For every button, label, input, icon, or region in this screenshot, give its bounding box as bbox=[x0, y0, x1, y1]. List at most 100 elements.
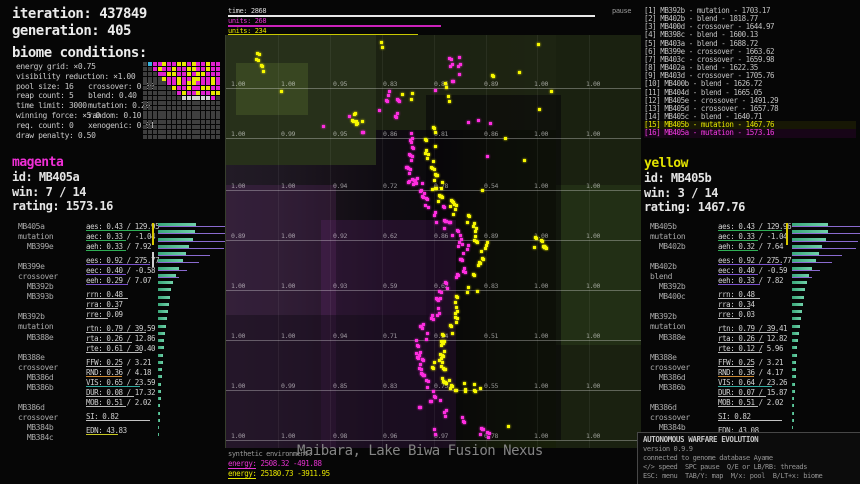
unit-dot-yellow bbox=[440, 344, 443, 347]
unit-dot-magenta bbox=[427, 206, 430, 209]
genealogy-line: MB402b bbox=[650, 242, 690, 252]
unit-dot-yellow bbox=[481, 189, 484, 192]
biome-cell bbox=[153, 62, 157, 66]
energy-grid-value: 1.00 bbox=[534, 130, 548, 138]
biome-cell bbox=[172, 106, 176, 110]
biome-cell bbox=[196, 125, 200, 129]
biome-cell bbox=[206, 130, 210, 134]
biome-cell bbox=[201, 72, 205, 76]
ranking-row[interactable]: [16] MB405a - mutation - 1573.16 bbox=[644, 129, 856, 137]
genealogy-line: MB405b bbox=[650, 222, 690, 232]
biome-cell bbox=[158, 106, 162, 110]
histogram-bar-extent bbox=[158, 248, 224, 249]
pause-indicator[interactable]: pause bbox=[612, 7, 631, 15]
histogram-bar bbox=[792, 404, 794, 407]
unit-dot-magenta bbox=[437, 307, 440, 310]
energy-grid-value: 0.71 bbox=[383, 332, 397, 340]
unit-dot-yellow bbox=[518, 71, 521, 74]
energy-grid-value: 0.95 bbox=[333, 130, 347, 138]
unit-dot-magenta bbox=[436, 314, 439, 317]
biome-cell bbox=[211, 77, 215, 81]
unit-dot-yellow bbox=[455, 306, 458, 309]
unit-dot-yellow bbox=[256, 52, 259, 55]
biome-cell bbox=[196, 130, 200, 134]
genealogy-line: MB400c bbox=[650, 292, 690, 302]
biome-cell bbox=[172, 96, 176, 100]
biome-cell bbox=[148, 135, 152, 139]
biome-cell bbox=[187, 125, 191, 129]
histogram-bar bbox=[158, 397, 161, 400]
biome-cell bbox=[167, 120, 171, 124]
biome-cell bbox=[158, 62, 162, 66]
energy-grid-value: 1.00 bbox=[534, 80, 548, 88]
stat-row-aes: aes: 0.43 / 129.95 bbox=[86, 222, 152, 232]
stat-row-rta: rta: 0.26 / 12.86 bbox=[86, 334, 152, 344]
unit-dot-yellow bbox=[439, 353, 442, 356]
unit-dot-yellow bbox=[424, 152, 427, 155]
biome-cell bbox=[211, 81, 215, 85]
stat-row-rte: rte: 0.61 / 30.40 bbox=[86, 344, 152, 354]
genealogy-line: crossover bbox=[18, 413, 58, 423]
biome-cell bbox=[211, 67, 215, 71]
genealogy-line: MB399e bbox=[18, 242, 58, 252]
histogram-bar bbox=[792, 361, 796, 364]
biome-cell bbox=[162, 67, 166, 71]
histogram-bar bbox=[158, 346, 164, 349]
unit-dot-yellow bbox=[472, 225, 475, 228]
unit-dot-magenta bbox=[361, 131, 364, 134]
unit-dot-magenta bbox=[405, 166, 408, 169]
biome-cell bbox=[192, 106, 196, 110]
biome-cell bbox=[148, 111, 152, 115]
unit-dot-yellow bbox=[443, 350, 446, 353]
grid-line-v bbox=[278, 35, 279, 448]
unit-dot-magenta bbox=[425, 338, 428, 341]
energy-grid-value: 0.86 bbox=[484, 130, 498, 138]
biome-cell bbox=[153, 125, 157, 129]
unit-dot-magenta bbox=[467, 244, 470, 247]
biome-cell bbox=[167, 62, 171, 66]
biome-cell bbox=[216, 77, 220, 81]
energy-readout: energy: 25180.73 -3911.95 bbox=[228, 469, 330, 479]
histogram-bar-extent bbox=[158, 255, 210, 256]
unit-dot-magenta bbox=[410, 141, 413, 144]
biome-cell bbox=[177, 130, 181, 134]
unit-dot-magenta bbox=[415, 339, 418, 342]
magenta-champion-rating: rating: 1573.16 bbox=[12, 199, 113, 214]
unit-dot-magenta bbox=[396, 98, 399, 101]
biome-cell bbox=[187, 62, 191, 66]
histogram-bar-extent bbox=[792, 226, 860, 227]
biome-cell bbox=[187, 86, 191, 90]
biome-cell bbox=[196, 120, 200, 124]
biome-cell bbox=[143, 111, 147, 115]
unit-dot-magenta bbox=[443, 411, 446, 414]
unit-dot-magenta bbox=[430, 317, 433, 320]
biome-cell bbox=[196, 67, 200, 71]
battle-map[interactable]: 1.001.000.950.830.860.891.001.001.000.99… bbox=[225, 35, 641, 448]
grid-line-h bbox=[226, 440, 641, 441]
histogram-bar-extent bbox=[792, 255, 842, 256]
biome-cell bbox=[177, 86, 181, 90]
stat-row-aes: aes: 0.43 / 129.96 bbox=[718, 222, 784, 232]
histogram-bar bbox=[158, 368, 162, 371]
histogram-bar bbox=[158, 310, 168, 313]
biome-cell bbox=[143, 106, 147, 110]
unit-dot-yellow bbox=[467, 286, 470, 289]
biome-cell bbox=[148, 62, 152, 66]
biome-cell bbox=[158, 77, 162, 81]
unit-dot-yellow bbox=[434, 131, 437, 134]
biome-cell bbox=[162, 130, 166, 134]
unit-dot-yellow bbox=[504, 137, 507, 140]
unit-dot-magenta bbox=[426, 386, 429, 389]
biome-cell bbox=[182, 111, 186, 115]
unit-dot-magenta bbox=[487, 436, 490, 439]
biome-cell bbox=[153, 67, 157, 71]
unit-dot-magenta bbox=[418, 406, 421, 409]
histogram-bar bbox=[792, 339, 798, 342]
genealogy-line: crossover bbox=[18, 272, 58, 282]
unit-dot-magenta bbox=[467, 121, 470, 124]
unit-dot-yellow bbox=[380, 41, 383, 44]
biome-cell bbox=[192, 135, 196, 139]
stat-row-ees: ees: 0.92 / 275.77 bbox=[86, 256, 152, 266]
biome-cell bbox=[153, 130, 157, 134]
genome-ranking-list: [1] MB392b - mutation - 1703.17[2] MB402… bbox=[644, 7, 856, 138]
